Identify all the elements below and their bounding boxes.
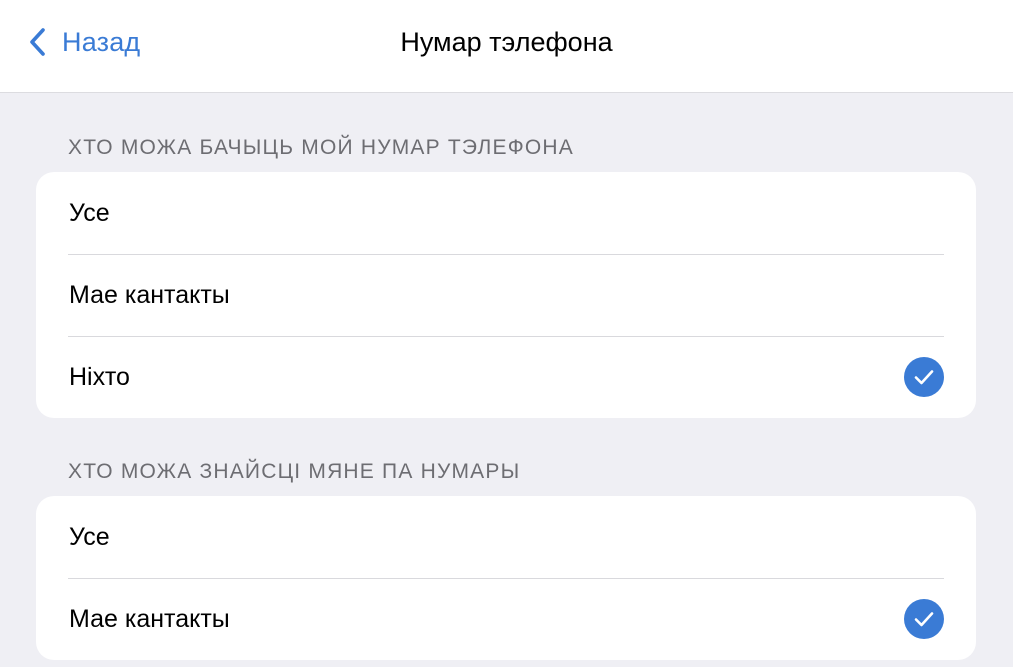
page-title: Нумар тэлефона xyxy=(400,27,613,57)
option-row-my-contacts[interactable]: Мае кантакты xyxy=(36,578,976,660)
checkmark-circle-icon xyxy=(904,357,944,397)
option-group-who-can-find-me: Усе Мае кантакты xyxy=(36,496,976,660)
option-label: Усе xyxy=(69,198,110,227)
option-label: Усе xyxy=(69,522,110,551)
option-label: Ніхто xyxy=(69,362,130,391)
section-header-who-can-see-number: ХТО МОЖА БАЧЫЦЬ МОЙ НУМАР ТЭЛЕФОНА xyxy=(68,136,574,159)
option-label: Мае кантакты xyxy=(69,280,230,309)
option-row-nobody[interactable]: Ніхто xyxy=(36,336,976,418)
option-label: Мае кантакты xyxy=(69,604,230,633)
option-group-who-can-see-number: Усе Мае кантакты Ніхто xyxy=(36,172,976,418)
checkmark-circle-icon xyxy=(904,599,944,639)
option-row-everyone[interactable]: Усе xyxy=(36,172,976,254)
option-row-my-contacts[interactable]: Мае кантакты xyxy=(36,254,976,336)
navigation-bar: Назад Нумар тэлефона xyxy=(0,0,1013,93)
section-header-who-can-find-me: ХТО МОЖА ЗНАЙСЦІ МЯНЕ ПА НУМАРЫ xyxy=(68,460,521,483)
option-row-everyone[interactable]: Усе xyxy=(36,496,976,578)
